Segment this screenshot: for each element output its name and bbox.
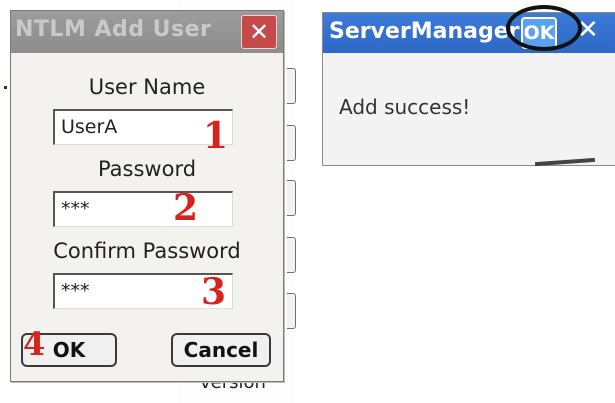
background-control-edge: [287, 125, 296, 161]
ok-button-label: OK: [52, 338, 86, 362]
close-icon: ✕: [248, 18, 270, 46]
add-user-title: NTLM Add User: [15, 17, 212, 42]
add-user-dialog: NTLM Add User ✕ User Name UserA 1 Passwo…: [10, 10, 284, 382]
user-name-label: User Name: [88, 75, 206, 99]
cancel-button[interactable]: Cancel: [171, 333, 271, 367]
background-control-edge: [287, 180, 296, 216]
highlight-ellipse: [506, 5, 582, 51]
close-button[interactable]: ✕: [241, 15, 277, 49]
background-control-edge: [287, 68, 296, 104]
step-marker-4: 4: [23, 325, 46, 363]
step-marker-3: 3: [201, 271, 227, 313]
step-marker-1: 1: [203, 115, 229, 157]
background-control-edge: [287, 237, 296, 273]
cancel-button-label: Cancel: [183, 338, 259, 362]
add-user-titlebar: NTLM Add User ✕: [11, 11, 283, 53]
background-dot: [4, 86, 7, 89]
server-manager-title: ServerManager: [329, 19, 520, 44]
background-control-edge: [287, 293, 296, 329]
password-label: Password: [97, 157, 197, 181]
step-marker-2: 2: [173, 187, 199, 229]
success-message: Add success!: [339, 95, 471, 119]
password-input[interactable]: ***: [53, 191, 233, 227]
confirm-password-label: Confirm Password: [53, 239, 241, 263]
